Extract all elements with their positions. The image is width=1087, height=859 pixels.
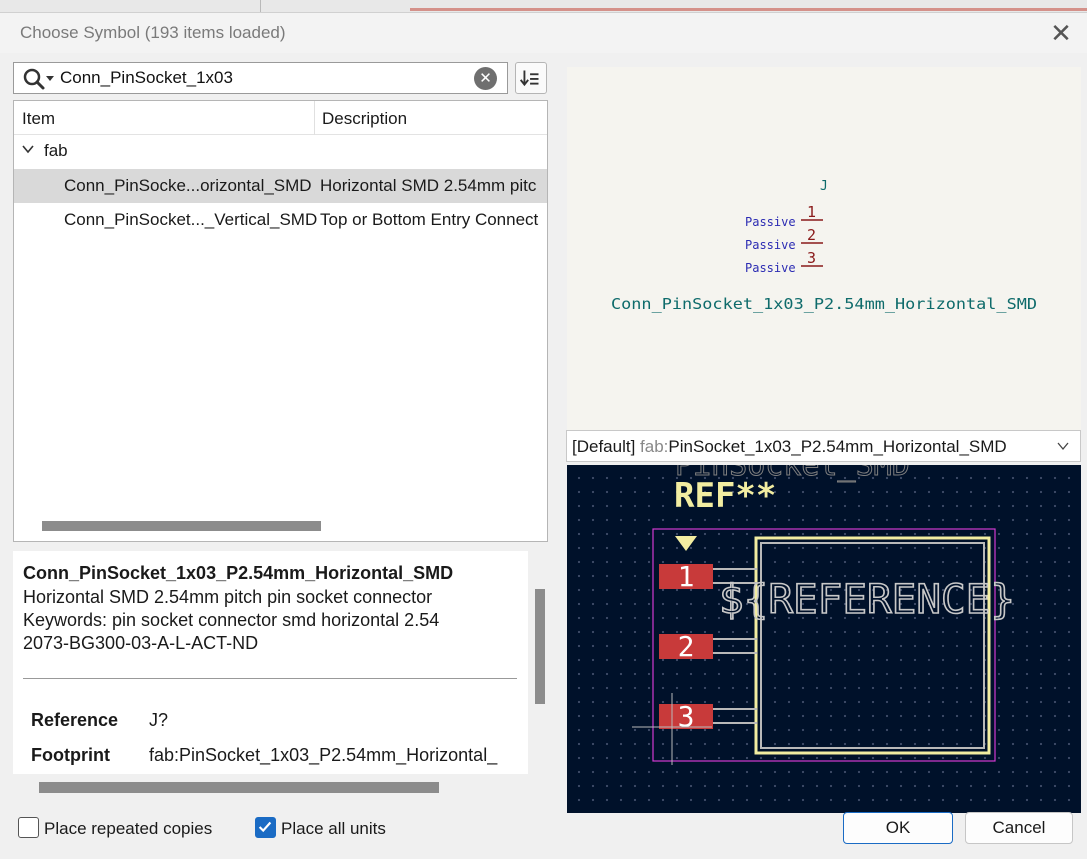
symbol-preview-canvas: J Passive 1 Passive 2 Passive 3 Conn_Pin… <box>611 179 1037 313</box>
details-vertical-scrollbar[interactable] <box>535 589 545 704</box>
pin-3: Passive 3 <box>745 249 823 275</box>
footprint-ref-field: ${REFERENCE} <box>719 577 1015 623</box>
search-input[interactable] <box>60 66 465 90</box>
column-description-header[interactable]: Description <box>322 109 407 129</box>
pin1-marker <box>675 536 697 551</box>
footprint-name: PinSocket_1x03_P2.54mm_Horizontal_SMD <box>668 437 1007 456</box>
details-divider <box>23 678 517 679</box>
footprint-preview-canvas: PinSocket_SMD REF** 1 2 3 ${REFERENCE} <box>632 465 1016 765</box>
tree-header: Item Description <box>14 101 547 135</box>
place-repeated-checkbox[interactable] <box>18 817 39 838</box>
chevron-down-icon[interactable] <box>1057 440 1069 452</box>
library-group-label: fab <box>44 141 68 160</box>
details-keywords: Keywords: pin socket connector smd horiz… <box>23 610 440 630</box>
symbol-tree: Item Description fab Conn_PinSocke...ori… <box>13 100 548 542</box>
footprint-select-value: [Default] fab:PinSocket_1x03_P2.54mm_Hor… <box>572 437 1007 457</box>
pin-type: Passive <box>745 261 796 275</box>
checkmark-icon <box>258 821 272 833</box>
tree-horizontal-scrollbar[interactable] <box>42 521 321 531</box>
sort-icon <box>519 70 539 87</box>
symbol-preview: J Passive 1 Passive 2 Passive 3 Conn_Pin… <box>567 67 1081 434</box>
place-all-units-label[interactable]: Place all units <box>281 819 386 839</box>
details-description: Horizontal SMD 2.54mm pitch pin socket c… <box>23 587 433 607</box>
search-icon[interactable] <box>22 67 56 91</box>
ok-button[interactable]: OK <box>843 812 953 844</box>
dialog-title: Choose Symbol (193 items loaded) <box>20 23 286 42</box>
pin-type: Passive <box>745 238 796 252</box>
details-title: Conn_PinSocket_1x03_P2.54mm_Horizontal_S… <box>23 563 454 583</box>
search-box: ✕ <box>13 62 508 94</box>
footprint-lib: fab: <box>640 437 669 456</box>
pin-type: Passive <box>745 215 796 229</box>
background-line <box>410 8 1087 11</box>
footprint-prefix: [Default] <box>572 437 641 456</box>
place-all-units-checkbox[interactable] <box>255 817 276 838</box>
pad-3: 3 <box>659 700 713 733</box>
tree-row[interactable]: Conn_PinSocket..._Vertical_SMD Top or Bo… <box>14 203 547 237</box>
details-part-number: 2073-BG300-03-A-L-ACT-ND <box>23 633 259 653</box>
chevron-down-icon[interactable] <box>21 142 35 156</box>
field-footprint-value: fab:PinSocket_1x03_P2.54mm_Horizontal_ <box>149 745 498 765</box>
symbol-name: Conn_PinSocke...orizontal_SMD <box>64 176 312 195</box>
symbol-reference: J <box>820 179 828 194</box>
pin-number: 2 <box>807 226 816 244</box>
sort-button[interactable] <box>515 62 547 94</box>
field-reference-label: Reference <box>31 710 119 730</box>
title-bar: Choose Symbol (193 items loaded) ✕ <box>0 13 1087 53</box>
pad-number: 2 <box>678 630 695 663</box>
details-horizontal-scrollbar[interactable] <box>39 782 439 793</box>
pad-2: 2 <box>659 630 713 663</box>
close-icon[interactable]: ✕ <box>1046 18 1076 48</box>
footprint-ref-label: REF** <box>674 476 776 516</box>
clear-search-icon[interactable]: ✕ <box>474 67 497 90</box>
symbol-description: Top or Bottom Entry Connect <box>320 210 539 229</box>
silkscreen-body <box>754 536 991 755</box>
symbol-name: Conn_PinSocket..._Vertical_SMD <box>64 210 318 229</box>
tree-row[interactable]: Conn_PinSocke...orizontal_SMD Horizontal… <box>14 169 547 203</box>
pad-1: 1 <box>659 560 713 593</box>
column-item-header[interactable]: Item <box>22 109 55 129</box>
footprint-select[interactable]: [Default] fab:PinSocket_1x03_P2.54mm_Hor… <box>566 430 1081 462</box>
pad-number: 1 <box>678 560 695 593</box>
pad-number: 3 <box>678 700 695 733</box>
library-group-row[interactable]: fab <box>14 137 547 167</box>
footprint-preview: PinSocket_SMD REF** 1 2 3 ${REFERENCE} <box>567 465 1081 813</box>
column-separator[interactable] <box>314 101 315 135</box>
pin-number: 3 <box>807 249 816 267</box>
field-footprint-label: Footprint <box>31 745 110 765</box>
place-repeated-label[interactable]: Place repeated copies <box>44 819 212 839</box>
field-reference-value: J? <box>149 710 169 730</box>
pin-number: 1 <box>807 203 816 221</box>
symbol-details-panel: Conn_PinSocket_1x03_P2.54mm_Horizontal_S… <box>13 551 528 774</box>
symbol-description: Horizontal SMD 2.54mm pitc <box>320 176 537 195</box>
symbol-value: Conn_PinSocket_1x03_P2.54mm_Horizontal_S… <box>611 295 1037 313</box>
cancel-button[interactable]: Cancel <box>965 812 1073 844</box>
choose-symbol-dialog: Choose Symbol (193 items loaded) ✕ ✕ Ite… <box>0 12 1087 859</box>
